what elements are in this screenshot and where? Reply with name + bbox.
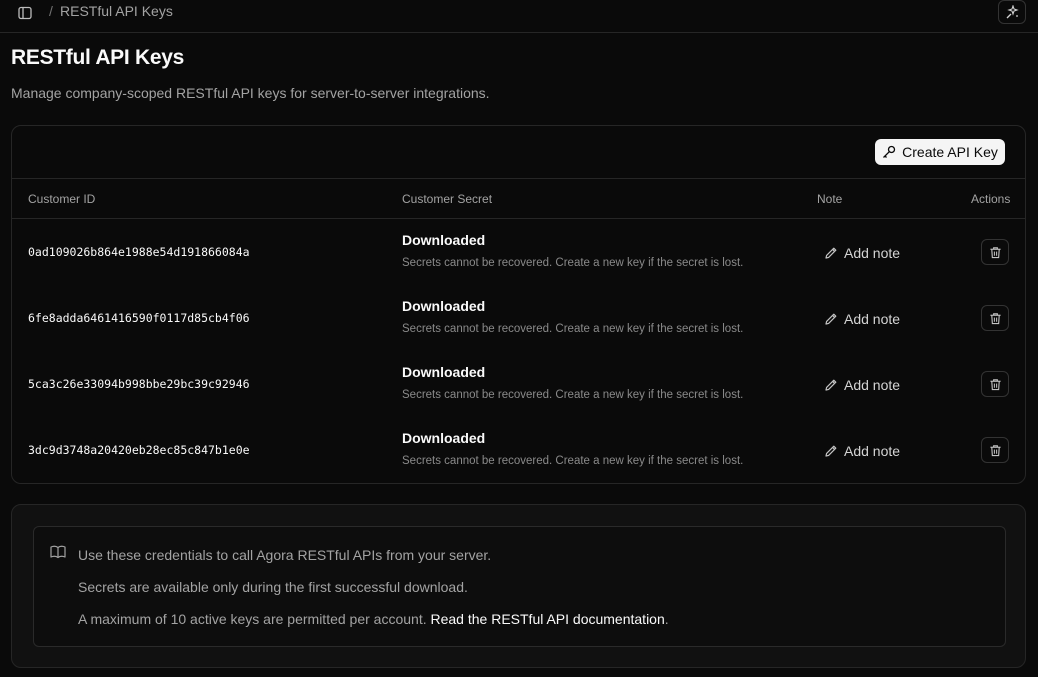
- trash-icon: [989, 246, 1001, 258]
- delete-key-button[interactable]: [981, 305, 1009, 331]
- info-line-limit: A maximum of 10 active keys are permitte…: [78, 611, 669, 627]
- info-card: Use these credentials to call Agora REST…: [11, 504, 1026, 668]
- api-keys-card: Create API Key Customer ID Customer Secr…: [11, 125, 1026, 484]
- secret-status: Downloaded: [402, 430, 486, 446]
- pencil-icon: [825, 247, 837, 259]
- magic-button[interactable]: [998, 0, 1026, 24]
- secret-status: Downloaded: [402, 298, 486, 314]
- documentation-link[interactable]: Read the RESTful API documentation: [431, 611, 665, 627]
- add-note-button[interactable]: Add note: [824, 375, 900, 395]
- secret-note: Secrets cannot be recovered. Create a ne…: [402, 455, 744, 467]
- customer-id: 3dc9d3748a20420eb28ec85c847b1e0e: [28, 443, 250, 457]
- add-note-label: Add note: [844, 377, 901, 393]
- book-icon: [50, 545, 66, 559]
- info-line-secrets: Secrets are available only during the fi…: [78, 579, 468, 595]
- table-row: 5ca3c26e33094b998bbe29bc39c92946 Downloa…: [12, 351, 1025, 417]
- customer-id: 5ca3c26e33094b998bbe29bc39c92946: [28, 377, 250, 391]
- sidebar-toggle-button[interactable]: [15, 4, 35, 22]
- table-row: 3dc9d3748a20420eb28ec85c847b1e0e Downloa…: [12, 417, 1025, 483]
- column-header-customer-id: Customer ID: [28, 192, 96, 206]
- breadcrumb-separator: /: [49, 3, 53, 19]
- trash-icon: [989, 312, 1001, 324]
- table-row: 6fe8adda6461416590f0117d85cb4f06 Downloa…: [12, 285, 1025, 351]
- trash-icon: [989, 378, 1001, 390]
- sidebar-icon: [18, 6, 32, 20]
- info-limit-text: A maximum of 10 active keys are permitte…: [78, 611, 431, 627]
- trash-icon: [989, 444, 1001, 456]
- delete-key-button[interactable]: [981, 437, 1009, 463]
- column-header-customer-secret: Customer Secret: [402, 192, 493, 206]
- secret-note: Secrets cannot be recovered. Create a ne…: [402, 389, 744, 401]
- secret-note: Secrets cannot be recovered. Create a ne…: [402, 257, 744, 269]
- create-api-key-label: Create API Key: [902, 144, 998, 160]
- customer-id: 6fe8adda6461416590f0117d85cb4f06: [28, 311, 250, 325]
- pencil-icon: [825, 445, 837, 457]
- create-api-key-button[interactable]: Create API Key: [875, 139, 1005, 165]
- secret-status: Downloaded: [402, 364, 486, 380]
- add-note-button[interactable]: Add note: [824, 309, 900, 329]
- info-line-usage: Use these credentials to call Agora REST…: [78, 547, 492, 563]
- info-callout: Use these credentials to call Agora REST…: [33, 526, 1006, 647]
- column-header-note: Note: [817, 192, 843, 206]
- pencil-icon: [825, 313, 837, 325]
- add-note-label: Add note: [844, 443, 901, 459]
- add-note-label: Add note: [844, 245, 901, 261]
- breadcrumb-current: RESTful API Keys: [60, 3, 173, 19]
- column-header-actions: Actions: [971, 192, 1011, 206]
- top-bar: / RESTful API Keys: [0, 0, 1038, 33]
- info-limit-suffix: .: [664, 611, 669, 627]
- table-header: Customer ID Customer Secret Note Actions: [12, 178, 1025, 219]
- key-icon: [883, 145, 896, 158]
- add-note-button[interactable]: Add note: [824, 441, 900, 461]
- delete-key-button[interactable]: [981, 239, 1009, 265]
- customer-id: 0ad109026b864e1988e54d191866084a: [28, 245, 250, 259]
- delete-key-button[interactable]: [981, 371, 1009, 397]
- sparkles-icon: [1006, 5, 1019, 19]
- add-note-label: Add note: [844, 311, 901, 327]
- page-description: Manage company-scoped RESTful API keys f…: [11, 85, 490, 101]
- page-title: RESTful API Keys: [11, 46, 184, 69]
- add-note-button[interactable]: Add note: [824, 243, 900, 263]
- secret-note: Secrets cannot be recovered. Create a ne…: [402, 323, 744, 335]
- pencil-icon: [825, 379, 837, 391]
- secret-status: Downloaded: [402, 232, 486, 248]
- table-row: 0ad109026b864e1988e54d191866084a Downloa…: [12, 219, 1025, 285]
